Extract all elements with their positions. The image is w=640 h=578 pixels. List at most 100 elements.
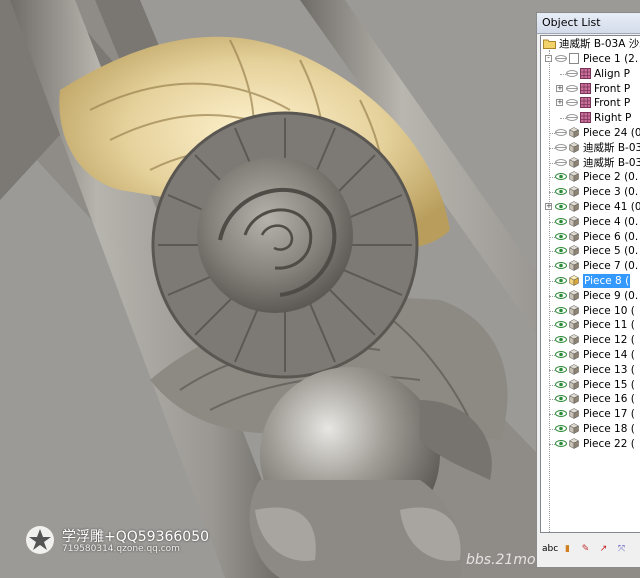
tree-row[interactable]: + Front P	[541, 82, 640, 96]
visible-eye-icon[interactable]	[555, 188, 567, 196]
visible-eye-icon[interactable]	[555, 410, 567, 418]
tree-row[interactable]: Piece 2 (0.	[541, 170, 640, 184]
cube-icon	[569, 349, 579, 360]
visible-eye-icon[interactable]	[555, 380, 567, 388]
tree-row-label: Piece 11 (	[583, 319, 635, 332]
visible-eye-icon[interactable]	[555, 173, 567, 181]
tree-root[interactable]: 迪威斯 B-03A 沙发	[541, 37, 640, 51]
object-list-panel: Object List 迪威斯 B-03A 沙发 - Piece 1 (2. Ali…	[536, 12, 640, 568]
watermark-url: 719580314.qzone.qq.com	[62, 544, 180, 554]
visible-eye-icon[interactable]	[555, 291, 567, 299]
expand-icon[interactable]: +	[545, 203, 552, 210]
tree-row-label: 迪威斯 B-03	[583, 141, 640, 154]
tree-row[interactable]: 迪威斯 B-03	[541, 141, 640, 155]
hidden-eye-icon[interactable]	[555, 55, 567, 62]
visible-eye-icon[interactable]	[555, 321, 567, 329]
tree-row[interactable]: Piece 11 (	[541, 318, 640, 332]
cube-icon	[569, 364, 579, 375]
hidden-eye-icon[interactable]	[566, 69, 578, 77]
tree-row[interactable]: Piece 5 (0.	[541, 244, 640, 258]
tree-row-label: Piece 3 (0.	[583, 186, 639, 199]
visible-eye-icon[interactable]	[555, 306, 567, 314]
transform-tool-icon[interactable]: ⤧	[614, 542, 629, 557]
tree-row[interactable]: Piece 9 (0.	[541, 289, 640, 303]
tree-row-label: 迪威斯 B-03	[583, 156, 640, 169]
visible-eye-icon[interactable]	[555, 262, 567, 270]
cube-icon	[569, 156, 579, 168]
tree-row[interactable]: Piece 17 (	[541, 407, 640, 421]
tree-row[interactable]: Piece 18 (	[541, 422, 640, 436]
tree-row-label: Piece 9 (0.	[583, 289, 639, 302]
hidden-eye-icon[interactable]	[566, 114, 578, 122]
visible-eye-icon[interactable]	[555, 217, 567, 225]
tree-row[interactable]: + Piece 41 (0	[541, 200, 640, 214]
tree-row-label: Piece 17 (	[583, 408, 635, 421]
tree-row-label: Piece 7 (0.	[583, 260, 639, 273]
tree-row-label: Piece 24 (0	[583, 127, 640, 139]
tree-row[interactable]: Piece 7 (0.	[541, 259, 640, 273]
visible-eye-icon[interactable]	[555, 203, 567, 210]
tree-row[interactable]: Piece 14 (	[541, 348, 640, 362]
tree-row[interactable]: Piece 4 (0.	[541, 215, 640, 229]
cube-icon	[569, 438, 579, 449]
visible-eye-icon[interactable]	[555, 395, 567, 403]
arrow-tool-icon[interactable]: ↗	[596, 542, 611, 557]
hidden-eye-icon[interactable]	[555, 143, 567, 151]
cube-icon	[569, 334, 579, 346]
tree-row[interactable]: Right P	[541, 111, 640, 125]
expand-icon[interactable]: +	[556, 84, 563, 92]
tree-row[interactable]: Align P	[541, 67, 640, 81]
tree-row-label: Piece 14 (	[583, 349, 635, 361]
visible-eye-icon[interactable]	[555, 232, 567, 240]
hidden-eye-icon[interactable]	[555, 129, 567, 136]
tree-row[interactable]: 迪威斯 B-03	[541, 156, 640, 170]
cube-icon	[569, 216, 579, 227]
expand-icon[interactable]: +	[556, 99, 563, 107]
colour-pen-icon[interactable]: ✎	[578, 542, 593, 557]
tree-row-label: Piece 2 (0.	[583, 171, 639, 184]
watermark-logo-icon	[26, 526, 54, 554]
layer-sheet-icon	[569, 53, 579, 64]
tree-row[interactable]: Piece 6 (0.	[541, 230, 640, 244]
tree-row[interactable]: Piece 22 (	[541, 437, 640, 451]
hidden-eye-icon[interactable]	[566, 99, 578, 107]
tree-row-label: Front P	[594, 97, 631, 110]
visible-eye-icon[interactable]	[555, 336, 567, 344]
visible-eye-icon[interactable]	[555, 351, 567, 358]
tree-row[interactable]: - Piece 1 (2.	[541, 52, 640, 66]
tree-row[interactable]: Piece 8 (	[541, 274, 640, 288]
cube-icon	[569, 393, 579, 405]
tree-row[interactable]: Piece 16 (	[541, 392, 640, 406]
tree-row[interactable]: Piece 12 (	[541, 333, 640, 347]
object-tree[interactable]: 迪威斯 B-03A 沙发 - Piece 1 (2. Align P + Front P…	[540, 35, 640, 533]
tree-row[interactable]: Piece 3 (0.	[541, 185, 640, 199]
tree-row[interactable]: Piece 13 (	[541, 363, 640, 377]
tree-row[interactable]: Piece 15 (	[541, 378, 640, 392]
hidden-eye-icon[interactable]	[566, 84, 578, 92]
visible-eye-icon[interactable]	[555, 425, 567, 432]
visible-eye-icon[interactable]	[555, 365, 567, 373]
cube-icon	[569, 201, 579, 212]
visible-eye-icon[interactable]	[555, 439, 567, 447]
cube-icon	[569, 127, 579, 138]
tree-row[interactable]: Piece 24 (0	[541, 126, 640, 140]
cube-icon	[569, 245, 579, 257]
tree-row-label: Align P	[594, 67, 631, 80]
tree-row[interactable]: + Front P	[541, 96, 640, 110]
tree-row-label: Piece 13 (	[583, 363, 635, 376]
paint-icon[interactable]: ▮	[560, 542, 575, 557]
plane-grid-icon	[580, 82, 591, 94]
collapse-icon[interactable]: -	[545, 55, 552, 62]
folder-icon	[543, 39, 556, 49]
hidden-eye-icon[interactable]	[555, 158, 567, 166]
visible-eye-icon[interactable]	[555, 247, 567, 255]
visible-eye-icon[interactable]	[555, 277, 567, 284]
rename-text-icon[interactable]: abc	[542, 542, 558, 557]
tree-row-label: Piece 6 (0.	[583, 230, 639, 243]
tree-row-label: Piece 15 (	[583, 378, 635, 391]
tree-row-label: Piece 8 (	[583, 274, 631, 288]
tree-row[interactable]: Piece 10 (	[541, 304, 640, 318]
cube-icon	[569, 290, 579, 301]
panel-toolbar: abc ▮ ✎ ↗ ⤧	[540, 539, 640, 561]
tree-row-label: Piece 10 (	[583, 304, 635, 317]
